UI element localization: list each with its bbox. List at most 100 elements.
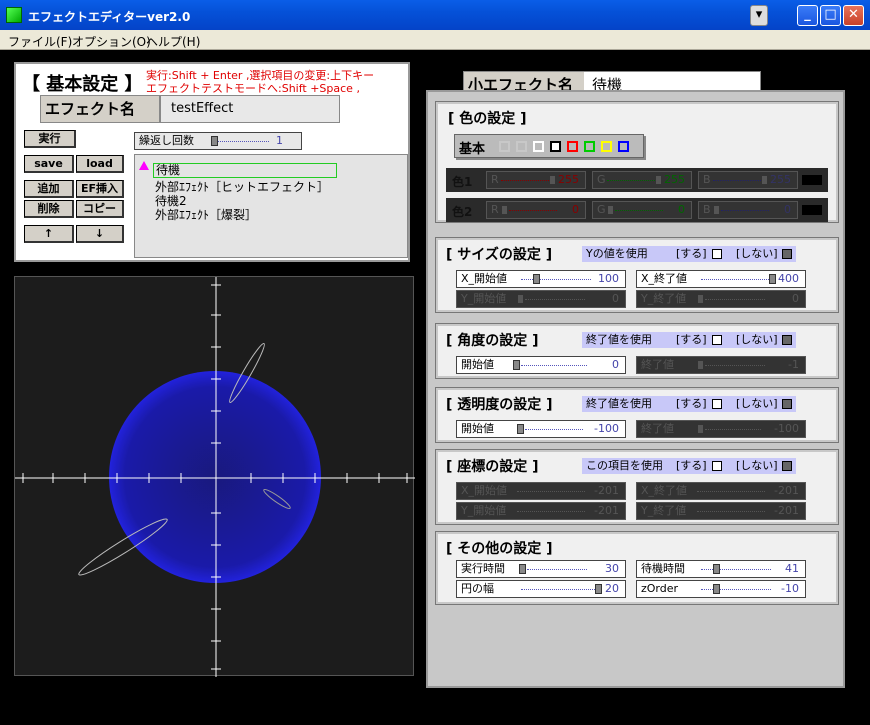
wait-time-value: 41 <box>785 562 799 575</box>
wait-time-slider-knob[interactable] <box>713 564 720 574</box>
menu-file[interactable]: ファイル(F) <box>8 33 72 50</box>
coord-x-start-label: X_開始値 <box>461 484 508 497</box>
alpha-end-slider-knob[interactable] <box>697 424 704 434</box>
blue-label: B <box>703 173 711 186</box>
close-button[interactable]: ✕ <box>843 5 864 26</box>
list-item-selected[interactable]: 待機 <box>153 163 337 178</box>
blue-label: B <box>703 203 711 216</box>
run-button[interactable]: 実行 <box>24 130 76 148</box>
basic-settings-title: 【 基本設定 】 <box>22 74 143 95</box>
red-slider-knob[interactable] <box>549 175 556 185</box>
y-end-slider-knob[interactable] <box>697 294 704 304</box>
alpha-settings-title: [ 透明度の設定 ] <box>446 397 553 413</box>
angle-yes-checkbox[interactable] <box>712 335 722 345</box>
green-slider-knob[interactable] <box>655 175 662 185</box>
angle-start-slider-knob[interactable] <box>513 360 520 370</box>
effect-preview-canvas[interactable] <box>14 276 415 677</box>
blue-value: 0 <box>784 203 791 216</box>
blue-value: 255 <box>770 173 791 186</box>
color-swatch[interactable] <box>618 141 629 152</box>
angle-end-slider-knob[interactable] <box>697 360 704 370</box>
color-swatch[interactable] <box>601 141 612 152</box>
system-menu-icon[interactable]: ▾ <box>750 5 768 26</box>
alpha-start-slider-knob[interactable] <box>517 424 524 434</box>
window-title: エフェクトエディターver2.0 <box>28 10 191 24</box>
zorder-slider-knob[interactable] <box>713 584 720 594</box>
repeat-value: 1 <box>276 134 283 147</box>
circle-width-slider-knob[interactable] <box>595 584 602 594</box>
list-item[interactable]: 外部ｴﾌｪｸﾄ［爆裂］ <box>155 208 257 222</box>
red-value: 0 <box>572 203 579 216</box>
red-slider-knob[interactable] <box>501 205 508 215</box>
alpha-yes-checkbox[interactable] <box>712 399 722 409</box>
list-item[interactable]: 外部ｴﾌｪｸﾄ［ヒットエフェクト］ <box>155 180 329 194</box>
size-no-label: [しない] <box>736 247 778 260</box>
green-slider-knob[interactable] <box>607 205 614 215</box>
up-button[interactable]: ↑ <box>24 225 74 243</box>
save-button[interactable]: save <box>24 155 74 173</box>
add-button[interactable]: 追加 <box>24 180 74 198</box>
y-start-slider-knob[interactable] <box>517 294 524 304</box>
x-start-slider-knob[interactable] <box>533 274 540 284</box>
color-palette: 基本 <box>454 134 644 158</box>
red-label: R <box>491 203 499 216</box>
color-swatch[interactable] <box>533 141 544 152</box>
color2-row: 色2 R 0 G 0 B 0 <box>446 198 828 222</box>
run-time-value: 30 <box>605 562 619 575</box>
preview-drawing <box>15 277 415 677</box>
repeat-slider-knob[interactable] <box>211 136 218 146</box>
coord-x-end-value: -201 <box>774 484 799 497</box>
menu-option[interactable]: オプション(O) <box>72 33 151 50</box>
blue-slider-knob[interactable] <box>761 175 768 185</box>
menu-help[interactable]: ヘルプ(H) <box>146 33 200 50</box>
color-swatch[interactable] <box>567 141 578 152</box>
circle-width-value: 20 <box>605 582 619 595</box>
hint-line-2: エフェクトテストモードへ:Shift +Space , <box>146 82 360 95</box>
color1-row: 色1 R 255 G 255 B 255 <box>446 168 828 192</box>
x-end-value: 400 <box>778 272 799 285</box>
run-time-slider-knob[interactable] <box>519 564 526 574</box>
blue-slider-knob[interactable] <box>713 205 720 215</box>
size-no-checkbox[interactable] <box>782 249 792 259</box>
minimize-button[interactable]: _ <box>797 5 818 26</box>
red-label: R <box>491 173 499 186</box>
coordinate-settings-section: [ 座標の設定 ] この項目を使用 [する] [しない] X_開始値 -201 X… <box>435 449 839 525</box>
color-swatch[interactable] <box>516 141 527 152</box>
alpha-start-label: 開始値 <box>461 422 494 435</box>
angle-start-label: 開始値 <box>461 358 494 371</box>
angle-yes-label: [する] <box>676 333 707 346</box>
x-end-slider-knob[interactable] <box>769 274 776 284</box>
sub-effect-settings-panel: [ 色の設定 ] 基本 色1 R 255 G 255 B 255 色2 R 0 G 0 B… <box>426 90 845 688</box>
down-button[interactable]: ↓ <box>76 225 124 243</box>
color-swatch[interactable] <box>584 141 595 152</box>
size-yes-checkbox[interactable] <box>712 249 722 259</box>
alpha-option-bar: 終了値を使用 [する] [しない] <box>582 396 796 412</box>
basic-settings-panel: 【 基本設定 】 実行:Shift + Enter ,選択項目の変更:上下キー … <box>14 62 410 262</box>
color-swatch[interactable] <box>499 141 510 152</box>
coordinate-no-checkbox[interactable] <box>782 461 792 471</box>
angle-settings-section: [ 角度の設定 ] 終了値を使用 [する] [しない] 開始値 0 終了値 -1 <box>435 323 839 379</box>
maximize-button[interactable]: □ <box>820 5 841 26</box>
copy-button[interactable]: コピー <box>76 200 124 218</box>
list-item[interactable]: 待機2 <box>155 194 187 208</box>
zorder-label: zOrder <box>641 582 679 595</box>
ef-insert-button[interactable]: EF挿入 <box>76 180 124 198</box>
delete-button[interactable]: 削除 <box>24 200 74 218</box>
title-bar[interactable]: エフェクトエディターver2.0 ▾ _ □ ✕ <box>0 0 870 30</box>
green-value: 0 <box>678 203 685 216</box>
coord-y-end-value: -201 <box>774 504 799 517</box>
angle-option-label: 終了値を使用 <box>586 333 652 346</box>
alpha-settings-section: [ 透明度の設定 ] 終了値を使用 [する] [しない] 開始値 -100 終了値… <box>435 387 839 443</box>
color2-label: 色2 <box>452 205 473 219</box>
app-icon <box>6 7 22 23</box>
effect-name-field[interactable]: testEffect <box>160 95 340 123</box>
blue-ring <box>109 371 321 583</box>
coordinate-yes-checkbox[interactable] <box>712 461 722 471</box>
coord-y-end-label: Y_終了値 <box>641 504 687 517</box>
color-swatch[interactable] <box>550 141 561 152</box>
run-time-label: 実行時間 <box>461 562 505 575</box>
angle-no-checkbox[interactable] <box>782 335 792 345</box>
effect-name-label: エフェクト名 <box>40 95 160 123</box>
load-button[interactable]: load <box>76 155 124 173</box>
alpha-no-checkbox[interactable] <box>782 399 792 409</box>
